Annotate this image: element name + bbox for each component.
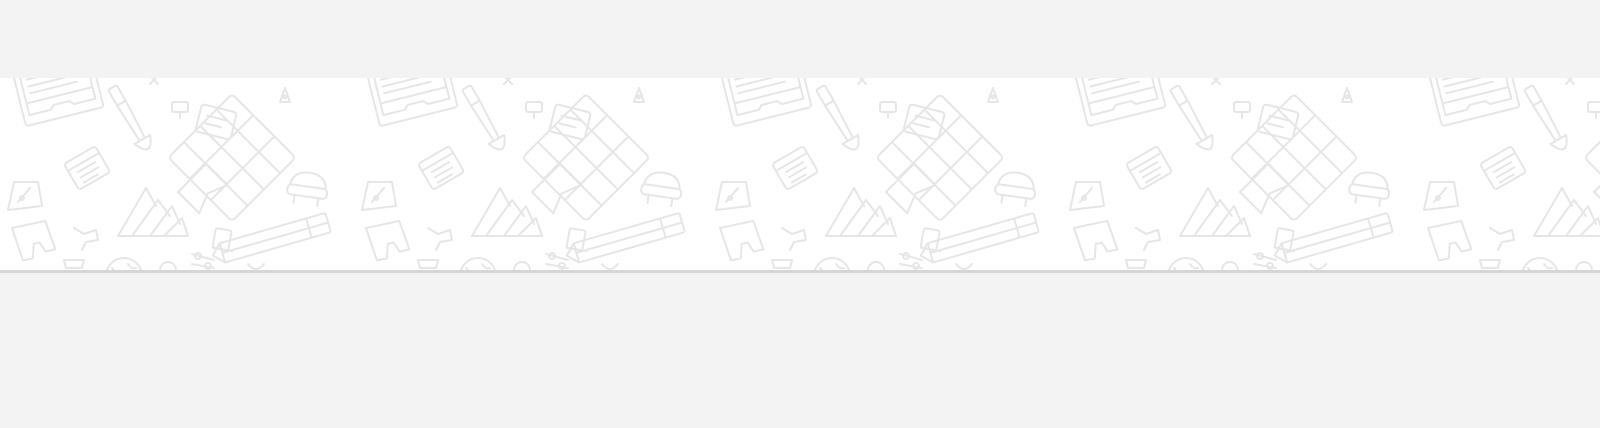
doodle-pattern-banner xyxy=(0,78,1600,270)
doodle-tile-2 xyxy=(353,78,686,270)
doodle-pattern xyxy=(0,78,1600,270)
doodle-tile-1 xyxy=(0,78,332,270)
doodle-tile-4 xyxy=(1061,78,1394,270)
doodle-tile-5 xyxy=(1415,78,1600,270)
bottom-empty-area xyxy=(0,273,1600,428)
top-empty-area xyxy=(0,0,1600,78)
doodle-tile-3 xyxy=(707,78,1040,270)
